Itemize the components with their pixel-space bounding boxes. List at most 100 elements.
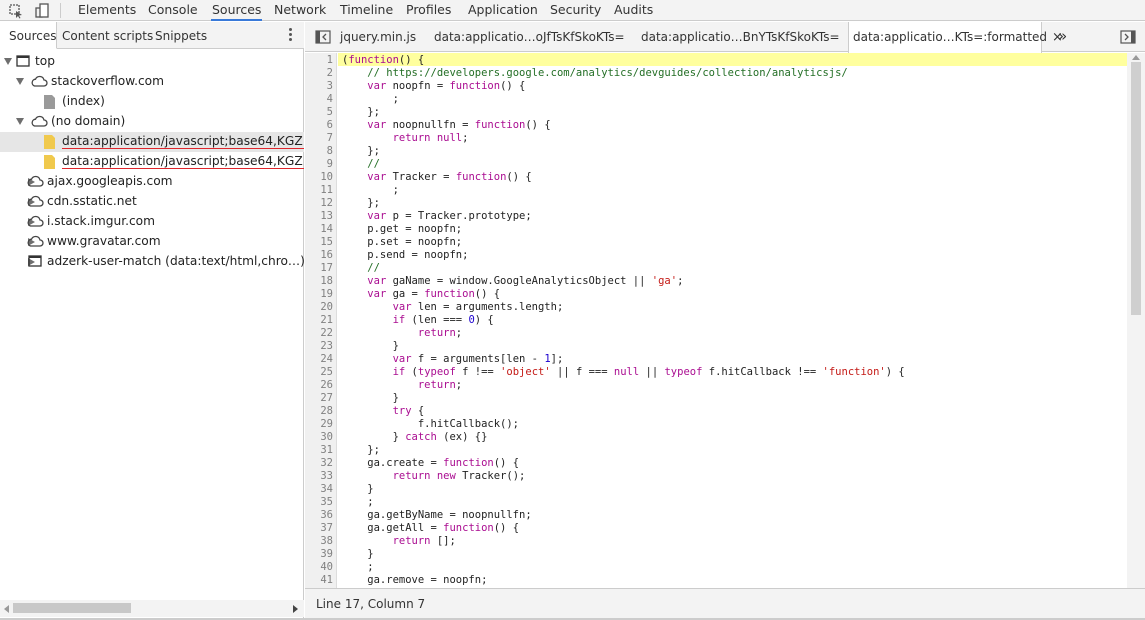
line-number[interactable]: 18 bbox=[305, 275, 333, 288]
line-number[interactable]: 22 bbox=[305, 327, 333, 340]
cloud-icon bbox=[26, 235, 44, 250]
line-number[interactable]: 8 bbox=[305, 145, 333, 158]
expand-triangle-icon[interactable] bbox=[16, 78, 24, 85]
tree-item-label: data:application/javascript;base64,KGZ1b… bbox=[62, 154, 304, 169]
tab-application[interactable]: Application bbox=[467, 0, 539, 21]
line-number[interactable]: 27 bbox=[305, 392, 333, 405]
line-number[interactable]: 24 bbox=[305, 353, 333, 366]
tab-sources[interactable]: Sources bbox=[211, 0, 263, 21]
scrollbar-thumb[interactable] bbox=[1131, 62, 1141, 315]
tree-item-label: i.stack.imgur.com bbox=[47, 214, 156, 228]
tab-security[interactable]: Security bbox=[549, 0, 602, 21]
line-number[interactable]: 21 bbox=[305, 314, 333, 327]
tree-item[interactable]: (no domain) bbox=[0, 112, 304, 132]
tree-item-label: top bbox=[35, 54, 55, 68]
line-number[interactable]: 36 bbox=[305, 509, 333, 522]
line-number[interactable]: 6 bbox=[305, 119, 333, 132]
line-number[interactable]: 4 bbox=[305, 93, 333, 106]
tree-item[interactable]: i.stack.imgur.com bbox=[0, 212, 304, 232]
editor-tab[interactable]: data:applicatio…oJfTsKfSkoKTs= bbox=[434, 22, 625, 52]
code-line: } bbox=[342, 548, 374, 560]
tree-item-label: cdn.sstatic.net bbox=[47, 194, 137, 208]
tree-item[interactable]: data:application/javascript;base64,KGZ1b… bbox=[0, 152, 304, 172]
line-number[interactable]: 37 bbox=[305, 522, 333, 535]
code-line: }; bbox=[342, 197, 380, 209]
line-number[interactable]: 29 bbox=[305, 418, 333, 431]
line-number[interactable]: 20 bbox=[305, 301, 333, 314]
editor-tab[interactable]: data:applicatio…BnYTsKfSkoKTs= bbox=[641, 22, 840, 52]
line-number[interactable]: 13 bbox=[305, 210, 333, 223]
scroll-right-icon[interactable] bbox=[293, 605, 299, 613]
cloud-icon bbox=[30, 75, 48, 90]
vertical-scrollbar[interactable] bbox=[1127, 53, 1145, 606]
nav-tab-content-scripts[interactable]: Content scripts bbox=[62, 22, 153, 49]
code-line: if (typeof f !== 'object' || f === null … bbox=[392, 366, 905, 378]
nav-tab-sources[interactable]: Sources bbox=[0, 22, 57, 49]
navigator-pane: Sources Content scripts Snippets top stacko… bbox=[0, 22, 304, 618]
line-number[interactable]: 38 bbox=[305, 535, 333, 548]
line-number[interactable]: 30 bbox=[305, 431, 333, 444]
horizontal-scrollbar[interactable] bbox=[0, 600, 304, 617]
line-number[interactable]: 26 bbox=[305, 379, 333, 392]
tree-item[interactable]: top bbox=[0, 52, 304, 72]
line-number[interactable]: 25 bbox=[305, 366, 333, 379]
line-number[interactable]: 19 bbox=[305, 288, 333, 301]
line-number[interactable]: 23 bbox=[305, 340, 333, 353]
tab-console[interactable]: Console bbox=[147, 0, 199, 21]
line-number[interactable]: 15 bbox=[305, 236, 333, 249]
tree-item[interactable]: data:application/javascript;base64,KGZ1b… bbox=[0, 132, 304, 152]
line-number[interactable]: 1 bbox=[305, 54, 333, 67]
code-editor[interactable]: 1 2 3 4 5 6 7 8 9 10 11 12 13 14 15 16 17 18 19 20 21 22 23 24 2… bbox=[305, 53, 1127, 606]
line-number[interactable]: 32 bbox=[305, 457, 333, 470]
line-number[interactable]: 28 bbox=[305, 405, 333, 418]
expand-triangle-icon[interactable] bbox=[16, 118, 24, 125]
line-number[interactable]: 34 bbox=[305, 483, 333, 496]
tab-timeline[interactable]: Timeline bbox=[339, 0, 394, 21]
editor-tab-label: data:applicatio…oJfTsKfSkoKTs= bbox=[434, 30, 625, 44]
nav-tab-snippets[interactable]: Snippets bbox=[155, 22, 207, 49]
line-number[interactable]: 33 bbox=[305, 470, 333, 483]
code-line: p.get = noopfn; bbox=[342, 223, 463, 235]
tree-item[interactable]: adzerk-user-match (data:text/html,chro…) bbox=[0, 252, 304, 272]
tab-elements[interactable]: Elements bbox=[77, 0, 137, 21]
line-number[interactable]: 16 bbox=[305, 249, 333, 262]
more-options-icon[interactable] bbox=[288, 28, 294, 42]
tree-item-label: (index) bbox=[62, 94, 105, 108]
scroll-up-icon[interactable] bbox=[1132, 55, 1140, 60]
scrollbar-thumb[interactable] bbox=[13, 603, 131, 613]
device-mode-icon[interactable] bbox=[29, 0, 55, 21]
tree-item[interactable]: www.gravatar.com bbox=[0, 232, 304, 252]
line-number[interactable]: 39 bbox=[305, 548, 333, 561]
tab-audits[interactable]: Audits bbox=[613, 0, 654, 21]
line-number[interactable]: 3 bbox=[305, 80, 333, 93]
line-number[interactable]: 12 bbox=[305, 197, 333, 210]
line-number[interactable]: 11 bbox=[305, 184, 333, 197]
tree-item[interactable]: (index) bbox=[0, 92, 304, 112]
editor-tab[interactable]: jquery.min.js bbox=[340, 22, 416, 52]
line-number[interactable]: 41 bbox=[305, 574, 333, 587]
code-line: var noopnullfn = function() { bbox=[367, 119, 551, 131]
scroll-left-icon[interactable] bbox=[4, 605, 10, 613]
line-number[interactable]: 5 bbox=[305, 106, 333, 119]
tree-item[interactable]: stackoverflow.com bbox=[0, 72, 304, 92]
tab-network[interactable]: Network bbox=[273, 0, 327, 21]
line-number[interactable]: 7 bbox=[305, 132, 333, 145]
close-tab-icon[interactable]: × bbox=[1052, 22, 1063, 53]
line-number[interactable]: 9 bbox=[305, 158, 333, 171]
editor-tab[interactable]: data:applicatio…KTs=:formatted × bbox=[848, 22, 1063, 53]
line-number[interactable]: 31 bbox=[305, 444, 333, 457]
line-number[interactable]: 35 bbox=[305, 496, 333, 509]
toggle-navigator-icon[interactable] bbox=[310, 26, 336, 47]
line-number[interactable]: 14 bbox=[305, 223, 333, 236]
expand-triangle-icon[interactable] bbox=[4, 58, 12, 65]
line-number[interactable]: 10 bbox=[305, 171, 333, 184]
line-number[interactable]: 2 bbox=[305, 67, 333, 80]
tree-item[interactable]: cdn.sstatic.net bbox=[0, 192, 304, 212]
line-number[interactable]: 17 bbox=[305, 262, 333, 275]
tab-profiles[interactable]: Profiles bbox=[405, 0, 452, 21]
line-number-gutter[interactable]: 1 2 3 4 5 6 7 8 9 10 11 12 13 14 15 16 17 18 19 20 21 22 23 24 2… bbox=[305, 53, 337, 606]
inspect-element-icon[interactable] bbox=[3, 0, 29, 21]
line-number[interactable]: 40 bbox=[305, 561, 333, 574]
tree-item[interactable]: ajax.googleapis.com bbox=[0, 172, 304, 192]
toggle-debugger-icon[interactable] bbox=[1115, 26, 1141, 47]
